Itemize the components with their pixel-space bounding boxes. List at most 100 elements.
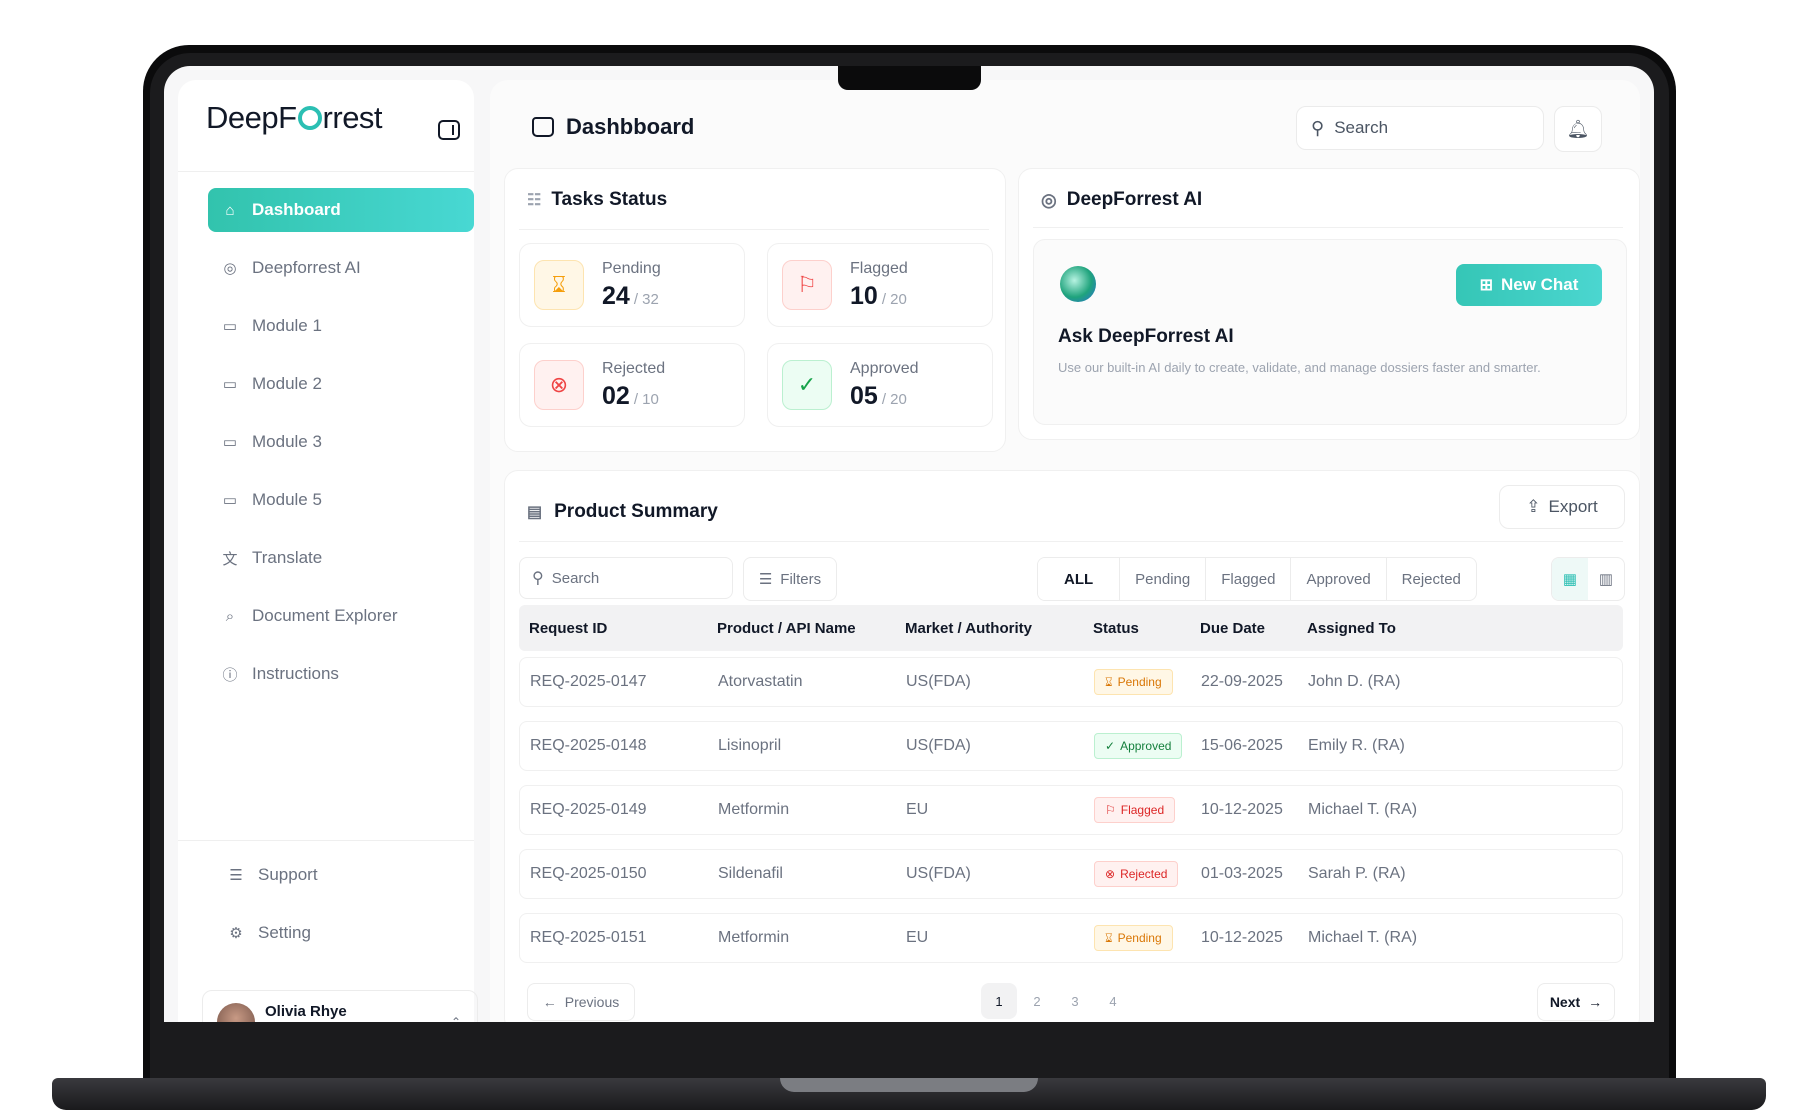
- next-page-button[interactable]: Next →: [1537, 983, 1615, 1021]
- table-row[interactable]: REQ-2025-0148 Lisinopril US(FDA) ✓ Approv…: [519, 721, 1623, 771]
- tab-pending[interactable]: Pending: [1120, 558, 1207, 600]
- search-placeholder: Search: [551, 569, 600, 587]
- page-number[interactable]: 1: [981, 983, 1017, 1019]
- notifications-button[interactable]: 🔔︎: [1554, 106, 1602, 152]
- task-tile-approved[interactable]: ✓ Approved 05/ 20: [767, 343, 993, 427]
- export-button[interactable]: ⇪ Export: [1499, 485, 1625, 529]
- sidebar-item-label: Module 2: [252, 374, 322, 393]
- avatar: [217, 1003, 255, 1022]
- sidebar-item-document-explorer[interactable]: ⌕ Document Explorer: [208, 594, 474, 638]
- tab-all[interactable]: ALL: [1038, 558, 1121, 600]
- page-number[interactable]: 4: [1095, 983, 1131, 1019]
- spiral-icon: ◎: [223, 260, 237, 277]
- ai-title: DeepForrest AI: [1066, 189, 1203, 210]
- status-badge: ⚐ Flagged: [1094, 797, 1176, 823]
- page-number[interactable]: 2: [1019, 983, 1055, 1019]
- tab-flagged[interactable]: Flagged: [1206, 558, 1292, 600]
- request-id: REQ-2025-0150: [530, 865, 647, 882]
- global-search-input[interactable]: ⚲ Search: [1296, 106, 1544, 150]
- task-tile-pending[interactable]: ⌛︎ Pending 24/ 32: [519, 243, 745, 327]
- assigned-to: Michael T. (RA): [1308, 929, 1418, 946]
- sidebar-item-dashboard[interactable]: ⌂ Dashboard: [208, 188, 474, 232]
- check-circle-icon: ✓: [782, 360, 832, 410]
- filters-button[interactable]: ☰ Filters: [743, 557, 837, 601]
- column-header[interactable]: Status: [1093, 605, 1139, 651]
- sidebar-collapse-button[interactable]: [438, 120, 460, 140]
- page-title-text: Dashbboard: [566, 114, 695, 139]
- user-menu[interactable]: Olivia Rhye ⌃: [202, 990, 478, 1022]
- tab-approved[interactable]: Approved: [1291, 558, 1387, 600]
- column-header[interactable]: Assigned To: [1307, 605, 1396, 651]
- sidebar-item-module-1[interactable]: ▭ Module 1: [208, 304, 474, 348]
- home-icon: [532, 117, 554, 137]
- status-cell: ⌛︎ Pending: [1094, 658, 1173, 706]
- tile-label: Rejected: [602, 360, 666, 377]
- assigned-to: Sarah P. (RA): [1308, 865, 1406, 882]
- task-tile-flagged[interactable]: ⚐ Flagged 10/ 20: [767, 243, 993, 327]
- support-link[interactable]: ☰ Support: [226, 865, 317, 885]
- sidebar-item-label: Deepforrest AI: [252, 258, 361, 277]
- product-summary-card: ▤ Product Summary ⇪ Export ⚲ Search ☰ Fi…: [504, 470, 1640, 1022]
- sidebar-item-deepforrest-ai[interactable]: ◎ Deepforrest AI: [208, 246, 474, 290]
- logo-ring-icon: [297, 106, 322, 130]
- view-toggle: ▦ ▥: [1551, 557, 1625, 601]
- column-header[interactable]: Market / Authority: [905, 605, 1032, 651]
- status-badge: ⌛︎ Pending: [1094, 669, 1173, 695]
- pagination-pages: 1 2 3 4: [981, 983, 1133, 1019]
- arrow-left-icon: ←: [542, 994, 557, 1010]
- table-row[interactable]: REQ-2025-0150 Sildenafil US(FDA) ⊗ Reject…: [519, 849, 1623, 899]
- ai-orb-icon: [1060, 266, 1096, 302]
- column-header[interactable]: Product / API Name: [717, 605, 856, 651]
- task-tile-rejected[interactable]: ⊗ Rejected 02/ 10: [519, 343, 745, 427]
- assigned-to: John D. (RA): [1308, 673, 1401, 690]
- market: US(FDA): [906, 737, 971, 754]
- table-row[interactable]: REQ-2025-0149 Metformin EU ⚐ Flagged 10-1…: [519, 785, 1623, 835]
- settings-link[interactable]: ⚙ Setting: [226, 923, 311, 943]
- page-number[interactable]: 3: [1057, 983, 1093, 1019]
- previous-page-button[interactable]: ← Previous: [527, 983, 635, 1021]
- status-cell: ✓ Approved: [1094, 722, 1183, 770]
- new-chat-button[interactable]: ⊞ New Chat: [1456, 264, 1602, 306]
- camera-notch: [838, 66, 981, 90]
- status-cell: ⌛︎ Pending: [1094, 914, 1173, 962]
- due-date: 15-06-2025: [1201, 737, 1283, 754]
- column-header[interactable]: Request ID: [529, 605, 607, 651]
- sidebar-item-translate[interactable]: 文 Translate: [208, 536, 474, 580]
- product-name: Metformin: [718, 929, 790, 946]
- tile-label: Approved: [850, 360, 919, 377]
- tab-rejected[interactable]: Rejected: [1387, 558, 1476, 600]
- info-icon: ⓘ: [222, 666, 238, 684]
- sidebar-item-module-2[interactable]: ▭ Module 2: [208, 362, 474, 406]
- product-name: Metformin: [718, 801, 790, 818]
- deepforrest-ai-card: ◎ DeepForrest AI ⊞ New Chat Ask DeepForr…: [1018, 168, 1640, 440]
- filters-label: Filters: [780, 570, 822, 588]
- product-name: Sildenafil: [718, 865, 783, 882]
- card-title: ☷ Tasks Status: [527, 189, 667, 211]
- sidebar-item-label: Document Explorer: [252, 606, 398, 625]
- sidebar-item-instructions[interactable]: ⓘ Instructions: [208, 652, 474, 696]
- table-row[interactable]: REQ-2025-0151 Metformin EU ⌛︎ Pending 10-…: [519, 913, 1623, 963]
- sidebar-item-label: Instructions: [252, 664, 339, 683]
- product-name: Atorvastatin: [718, 673, 803, 690]
- product-search-input[interactable]: ⚲ Search: [519, 557, 733, 599]
- column-header[interactable]: Due Date: [1200, 605, 1265, 651]
- grid-view-icon[interactable]: ▥: [1588, 558, 1624, 600]
- table-view-icon[interactable]: ▦: [1552, 558, 1588, 600]
- status-badge: ⊗ Rejected: [1094, 861, 1179, 887]
- checklist-icon: ☷: [527, 192, 542, 209]
- product-summary-title: Product Summary: [554, 501, 718, 522]
- plus-square-icon: ⊞: [1479, 277, 1493, 294]
- assigned-to: Michael T. (RA): [1308, 801, 1418, 818]
- app-screen: DeepF rrest ⌂ Dashboard ◎ Deepforrest AI …: [164, 66, 1654, 1022]
- table-row[interactable]: REQ-2025-0147 Atorvastatin US(FDA) ⌛︎ Pen…: [519, 657, 1623, 707]
- due-date: 01-03-2025: [1201, 865, 1283, 882]
- sidebar-item-module-3[interactable]: ▭ Module 3: [208, 420, 474, 464]
- tile-value: 05/ 20: [850, 382, 907, 410]
- status-badge: ⌛︎ Pending: [1094, 925, 1173, 951]
- status-cell: ⊗ Rejected: [1094, 850, 1179, 898]
- market: US(FDA): [906, 673, 971, 690]
- sidebar-item-module-5[interactable]: ▭ Module 5: [208, 478, 474, 522]
- setting-label: Setting: [258, 923, 311, 942]
- document-search-icon: ⌕: [225, 607, 235, 625]
- divider: [178, 171, 474, 172]
